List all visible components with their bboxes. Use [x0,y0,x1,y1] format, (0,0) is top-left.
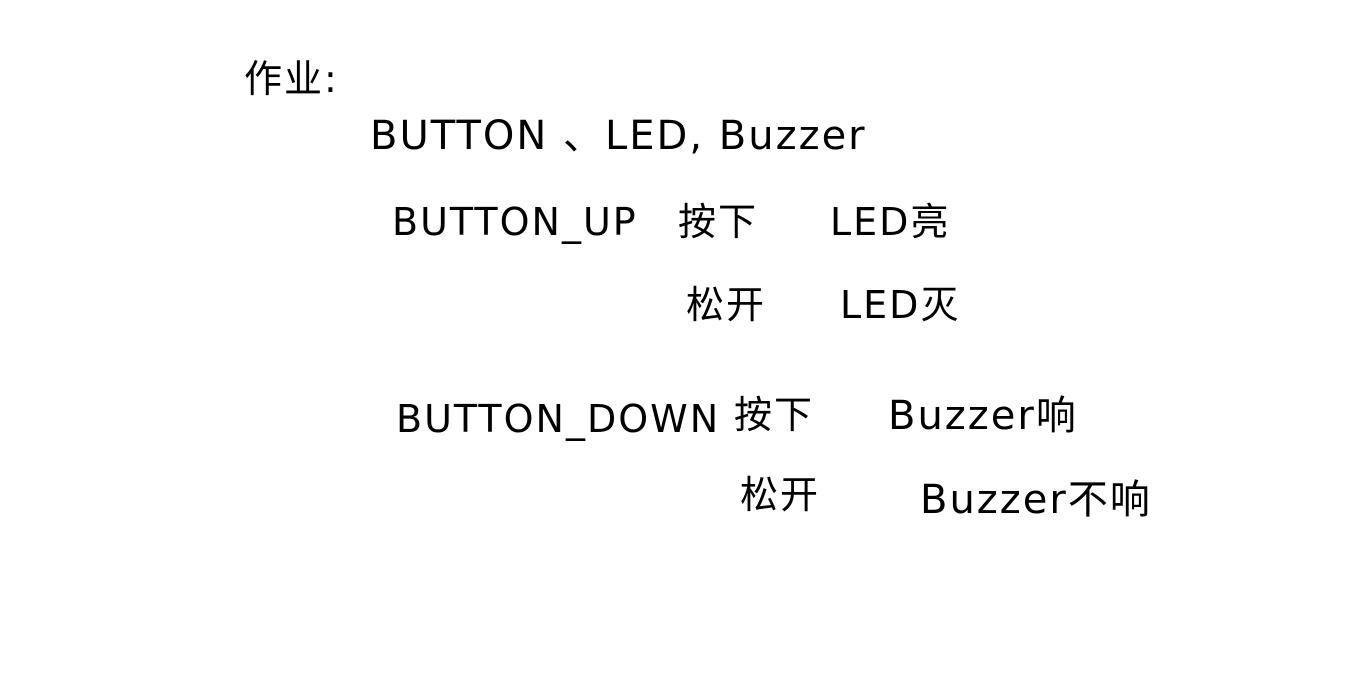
component-list: BUTTON 、LED, Buzzer [370,113,867,159]
button-up-release-action: 松开 [686,283,767,327]
button-up-label: BUTTON_UP [392,200,638,244]
button-up-press-action: 按下 [678,200,759,244]
button-up-release-result: LED灭 [840,283,961,327]
handwritten-note-canvas: 作业: BUTTON 、LED, Buzzer BUTTON_UP 按下 LED… [0,0,1360,686]
button-down-press-result: Buzzer响 [888,393,1078,439]
button-down-label: BUTTON_DOWN [396,397,721,441]
button-down-release-action: 松开 [740,473,821,517]
homework-title: 作业: [244,57,339,101]
button-up-press-result: LED亮 [830,200,951,244]
button-down-press-action: 按下 [734,393,815,437]
button-down-release-result: Buzzer不响 [920,477,1152,523]
